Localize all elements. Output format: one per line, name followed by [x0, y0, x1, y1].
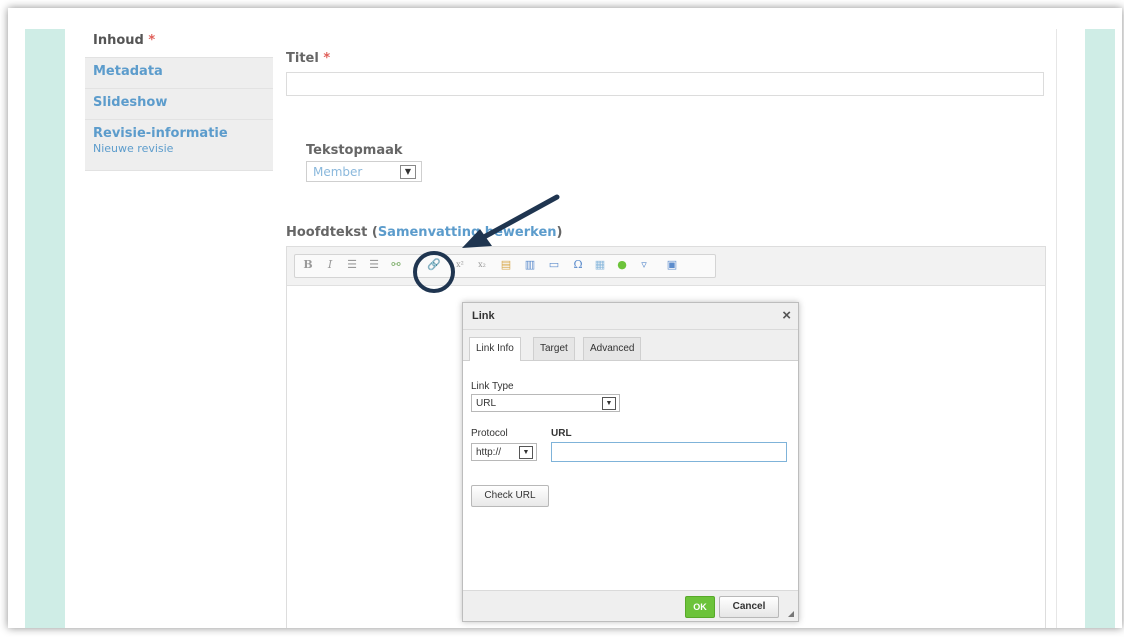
image-icon[interactable]: ▭	[547, 258, 561, 272]
format-select[interactable]: Member ▼	[306, 161, 422, 182]
paste-text-icon[interactable]: ▤	[499, 258, 513, 272]
tab-revisie-summary: Nieuwe revisie	[93, 142, 174, 155]
italic-icon[interactable]: I	[323, 258, 337, 272]
subscript-icon[interactable]: x₂	[475, 258, 489, 272]
title-input[interactable]	[286, 72, 1044, 96]
dialog-tabs: Link Info Target Advanced	[463, 330, 798, 361]
protocol-value: http://	[476, 447, 502, 458]
content-border	[1056, 29, 1057, 628]
tab-metadata-label: Metadata	[93, 64, 163, 79]
required-mark: *	[148, 33, 156, 48]
dialog-body: Link Type URL ▼ Protocol URL http:// ▼ C…	[463, 361, 798, 591]
link-dialog: Link × Link Info Target Advanced Link Ty…	[462, 302, 799, 622]
link-type-label: Link Type	[471, 381, 514, 392]
tab-slideshow-label: Slideshow	[93, 95, 168, 110]
chevron-down-icon: ▼	[519, 446, 533, 459]
toolbar-group: B I ☰ ☰ ⚯ 🔗 x² x₂ ▤ ▥ ▭ Ω ▦ ● ▿ ▣	[294, 254, 716, 278]
tab-advanced[interactable]: Advanced	[583, 337, 642, 360]
vertical-tabs: Inhoud * Metadata Slideshow Revisie-info…	[85, 27, 273, 171]
chevron-down-icon: ▼	[602, 397, 616, 410]
table-icon[interactable]: ▦	[593, 258, 607, 272]
fullscreen-icon[interactable]: ▣	[665, 258, 679, 272]
tab-revisie-label: Revisie-informatie	[93, 126, 228, 141]
bulleted-list-icon[interactable]: ☰	[345, 258, 359, 272]
editor-toolbar: B I ☰ ☰ ⚯ 🔗 x² x₂ ▤ ▥ ▭ Ω ▦ ● ▿ ▣	[287, 247, 1045, 286]
dialog-footer: OK Cancel	[463, 590, 798, 621]
tab-inhoud-label: Inhoud	[93, 33, 144, 48]
protocol-label: Protocol	[471, 428, 508, 439]
title-required-mark: *	[323, 51, 331, 66]
format-label: Tekstopmaak	[306, 143, 403, 158]
body-label-suffix: )	[556, 225, 563, 240]
superscript-icon[interactable]: x²	[453, 258, 467, 272]
unlink-icon[interactable]: ⚯	[389, 258, 403, 272]
url-input[interactable]	[551, 442, 787, 462]
tab-slideshow[interactable]: Slideshow	[85, 89, 273, 120]
tab-target[interactable]: Target	[533, 337, 575, 360]
edit-summary-link[interactable]: Samenvatting bewerken	[378, 225, 557, 240]
close-icon[interactable]: ×	[782, 303, 791, 329]
numbered-list-icon[interactable]: ☰	[367, 258, 381, 272]
title-label: Titel *	[286, 51, 330, 66]
ok-button[interactable]: OK	[685, 596, 715, 618]
format-select-value: Member	[313, 165, 363, 179]
link-type-value: URL	[476, 398, 497, 409]
chevron-down-icon: ▼	[400, 165, 416, 179]
url-label: URL	[551, 428, 572, 439]
tab-metadata[interactable]: Metadata	[85, 58, 273, 89]
tab-revisie-informatie[interactable]: Revisie-informatie Nieuwe revisie	[85, 120, 273, 171]
cancel-button[interactable]: Cancel	[719, 596, 779, 618]
left-decorative-band	[25, 29, 65, 628]
page-frame: Inhoud * Metadata Slideshow Revisie-info…	[8, 8, 1122, 628]
media-icon[interactable]: ●	[615, 258, 629, 272]
dialog-title: Link	[472, 310, 495, 322]
special-char-icon[interactable]: Ω	[571, 258, 585, 272]
resize-handle-icon[interactable]	[788, 611, 794, 617]
body-label: Hoofdtekst (Samenvatting bewerken)	[286, 225, 562, 240]
paste-word-icon[interactable]: ▥	[523, 258, 537, 272]
tab-link-info[interactable]: Link Info	[469, 337, 521, 361]
tab-inhoud[interactable]: Inhoud *	[85, 27, 273, 58]
title-label-text: Titel	[286, 51, 319, 66]
check-url-button[interactable]: Check URL	[471, 485, 549, 507]
style-dropdown-icon[interactable]: ▿	[637, 258, 651, 272]
link-type-select[interactable]: URL ▼	[471, 394, 620, 412]
body-label-text: Hoofdtekst (	[286, 225, 378, 240]
dialog-title-bar: Link ×	[463, 303, 798, 330]
link-icon[interactable]: 🔗	[427, 258, 441, 272]
right-decorative-band	[1085, 29, 1115, 628]
protocol-select[interactable]: http:// ▼	[471, 443, 537, 461]
bold-icon[interactable]: B	[301, 258, 315, 272]
